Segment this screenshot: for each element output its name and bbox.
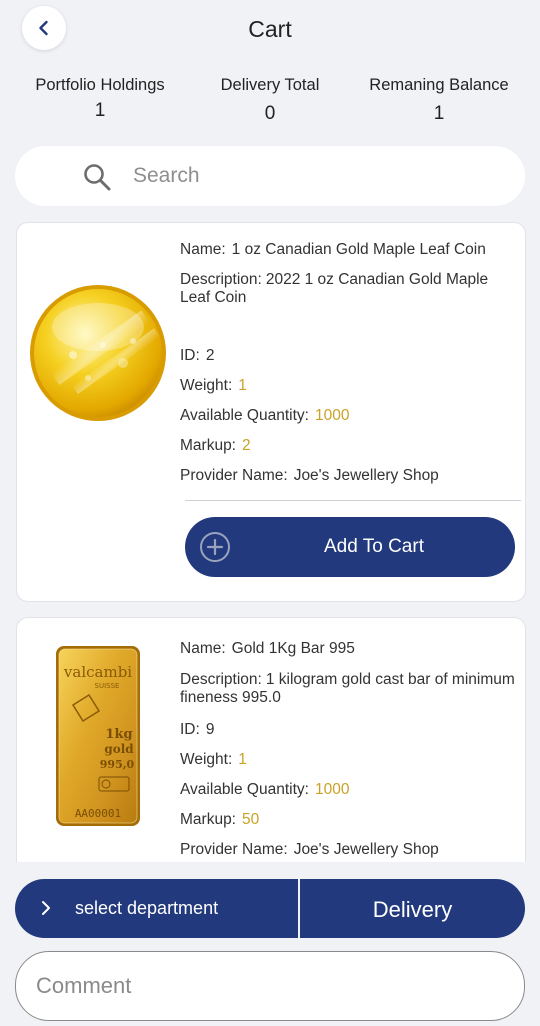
search-icon xyxy=(84,164,111,191)
product-provider: Joe's Jewellery Shop xyxy=(293,841,439,858)
product-quantity-row: Available Quantity: 1000 xyxy=(180,781,515,799)
product-markup-label: Markup: xyxy=(180,811,236,828)
bar-weight: 1kg xyxy=(105,727,132,742)
product-weight-row: Weight: 1 xyxy=(180,377,515,395)
header: Cart xyxy=(0,0,540,60)
gold-coin-image xyxy=(30,285,166,421)
product-markup-row: Markup: 50 xyxy=(180,811,515,829)
search-placeholder: Search xyxy=(133,164,200,187)
product-id: 2 xyxy=(205,347,215,364)
product-name: Gold 1Kg Bar 995 xyxy=(231,640,355,657)
product-weight: 1 xyxy=(238,751,247,768)
stat-label: Remaning Balance xyxy=(369,76,509,94)
product-card: valcambi SUISSE 1kg gold 995,0 AA00001 N… xyxy=(16,617,526,862)
stat-label: Delivery Total xyxy=(220,76,320,94)
product-markup-label: Markup: xyxy=(180,437,236,454)
bar-fineness: 995,0 xyxy=(100,758,135,771)
product-provider-row: Provider Name: Joe's Jewellery Shop xyxy=(180,467,515,485)
product-details: Name: Gold 1Kg Bar 995 Description: 1 kilo… xyxy=(180,640,515,862)
product-markup: 50 xyxy=(242,811,260,828)
page-title: Cart xyxy=(248,16,292,42)
bar-origin: SUISSE xyxy=(95,682,120,690)
stat-remaining-balance: Remaning Balance 1 xyxy=(366,76,512,125)
product-description-label: Description: xyxy=(180,671,262,688)
add-to-cart-button[interactable]: Add To Cart xyxy=(185,517,515,577)
product-name-label: Name: xyxy=(180,241,226,258)
add-to-cart-label: Add To Cart xyxy=(324,536,424,557)
product-quantity-label: Available Quantity: xyxy=(180,781,309,798)
product-id-row: ID: 2 xyxy=(180,347,515,365)
stat-delivery-total: Delivery Total 0 xyxy=(205,76,335,125)
stat-portfolio-holdings: Portfolio Holdings 1 xyxy=(30,76,170,122)
bar-serial: AA00001 xyxy=(75,807,121,820)
product-provider-label: Provider Name: xyxy=(180,841,288,858)
product-weight-row: Weight: 1 xyxy=(180,751,515,769)
stat-value: 0 xyxy=(264,103,276,124)
product-id-row: ID: 9 xyxy=(180,721,515,739)
product-quantity: 1000 xyxy=(314,407,350,424)
summary-stats: Portfolio Holdings 1 Delivery Total 0 Re… xyxy=(0,76,540,132)
product-name-label: Name: xyxy=(180,640,226,657)
divider xyxy=(185,500,521,501)
product-weight-label: Weight: xyxy=(180,751,233,768)
product-description-row: Description: 2022 1 oz Canadian Gold Mapl… xyxy=(180,271,515,307)
comment-placeholder: Comment xyxy=(36,973,132,998)
product-list[interactable]: Name: 1 oz Canadian Gold Maple Leaf Coin … xyxy=(0,222,540,862)
product-provider: Joe's Jewellery Shop xyxy=(293,467,439,484)
delivery-label: Delivery xyxy=(372,897,453,922)
product-quantity: 1000 xyxy=(314,781,350,798)
select-department-button[interactable]: select department xyxy=(15,879,298,938)
product-name-row: Name: 1 oz Canadian Gold Maple Leaf Coin xyxy=(180,241,515,259)
product-description-row: Description: 1 kilogram gold cast bar of … xyxy=(180,671,515,707)
product-id: 9 xyxy=(205,721,215,738)
bottom-action-bar: select department Delivery xyxy=(15,879,525,938)
product-weight-label: Weight: xyxy=(180,377,233,394)
comment-input[interactable]: Comment xyxy=(15,951,525,1021)
product-id-label: ID: xyxy=(180,347,200,364)
product-weight: 1 xyxy=(238,377,247,394)
product-name-row: Name: Gold 1Kg Bar 995 xyxy=(180,640,515,658)
chevron-right-icon xyxy=(42,901,50,915)
stat-value: 1 xyxy=(94,100,106,121)
product-markup-row: Markup: 2 xyxy=(180,437,515,455)
stat-label: Portfolio Holdings xyxy=(35,76,165,94)
product-provider-label: Provider Name: xyxy=(180,467,288,484)
bar-brand: valcambi xyxy=(63,663,132,681)
product-id-label: ID: xyxy=(180,721,200,738)
product-card: Name: 1 oz Canadian Gold Maple Leaf Coin … xyxy=(16,222,526,602)
product-provider-row: Provider Name: Joe's Jewellery Shop xyxy=(180,841,515,859)
search-input[interactable]: Search xyxy=(15,146,525,206)
product-markup: 2 xyxy=(242,437,251,454)
product-description-label: Description: xyxy=(180,271,262,288)
product-details: Name: 1 oz Canadian Gold Maple Leaf Coin … xyxy=(180,241,515,497)
select-department-label: select department xyxy=(75,898,219,918)
gold-bar-image: valcambi SUISSE 1kg gold 995,0 AA00001 xyxy=(56,646,140,826)
stat-value: 1 xyxy=(433,103,445,124)
delivery-button[interactable]: Delivery xyxy=(300,879,525,938)
product-name: 1 oz Canadian Gold Maple Leaf Coin xyxy=(231,241,486,258)
product-quantity-row: Available Quantity: 1000 xyxy=(180,407,515,425)
product-quantity-label: Available Quantity: xyxy=(180,407,309,424)
bar-metal: gold xyxy=(104,742,134,756)
